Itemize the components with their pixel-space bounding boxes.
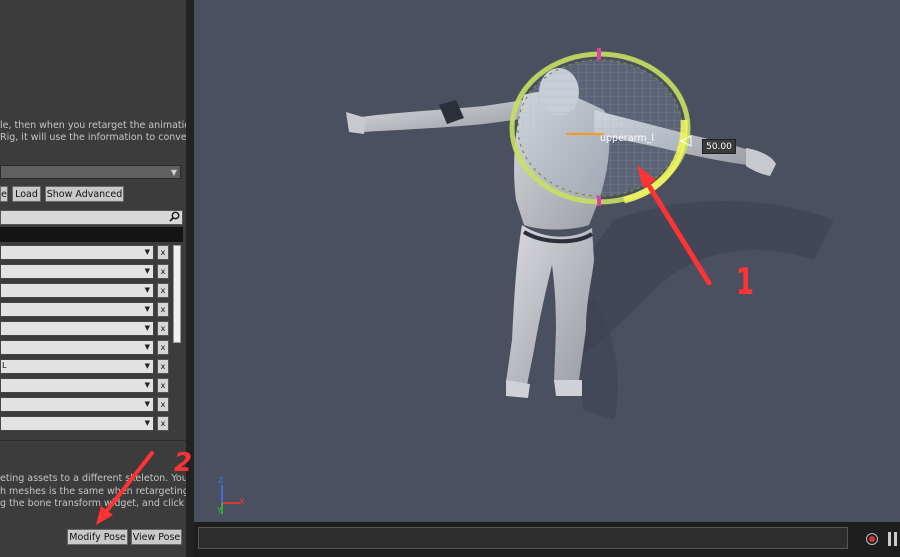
chevron-down-icon: ▼: [144, 381, 150, 389]
show-advanced-button[interactable]: Show Advanced: [45, 186, 124, 202]
rig-description-line-1: le, then when you retarget the animation: [0, 120, 186, 131]
target-bone-select[interactable]: ▼: [0, 302, 154, 317]
gizmo-scale-readout: 50.00: [702, 139, 736, 154]
chevron-down-icon: ▼: [170, 168, 177, 177]
target-bone-select[interactable]: ▼: [0, 283, 154, 298]
chevron-down-icon: ▼: [144, 400, 150, 408]
clear-mapping-button[interactable]: x: [157, 397, 169, 412]
skeleton-viewport[interactable]: upperarm_l 50.00 Z X Y 1: [194, 0, 900, 557]
target-bone-select[interactable]: ▼: [0, 340, 154, 355]
target-bone-select[interactable]: ▼: [0, 245, 154, 260]
pose-help-line-3: g the bone transform widget, and click: [0, 498, 185, 509]
target-bone-value: L: [2, 361, 7, 370]
clear-mapping-button[interactable]: x: [157, 340, 169, 355]
axis-z-label: Z: [218, 476, 224, 485]
clear-mapping-button[interactable]: x: [157, 264, 169, 279]
chevron-down-icon: ▼: [144, 305, 150, 313]
console-input[interactable]: [198, 527, 848, 549]
selected-bone-label: upperarm_l: [600, 133, 655, 144]
target-bone-select[interactable]: ▼: [0, 321, 154, 336]
pose-help-line-2: h meshes is the same when retargeting,: [0, 486, 186, 497]
record-button[interactable]: [866, 533, 878, 545]
pose-help-line-1: eting assets to a different skeleton. Yo…: [0, 473, 186, 484]
target-bone-select[interactable]: ▼: [0, 416, 154, 431]
record-icon: [869, 536, 875, 542]
bone-list-scrollbar[interactable]: [173, 245, 181, 343]
axis-x-label: X: [239, 497, 245, 506]
pause-icon: [888, 532, 891, 546]
modify-pose-button[interactable]: Modify Pose: [67, 529, 128, 545]
rig-description-line-2: Rig, it will use the information to conv…: [0, 132, 186, 143]
target-bone-select[interactable]: ▼: [0, 397, 154, 412]
viewport-bottom-bar: [194, 522, 900, 557]
bone-mapping-header: [0, 227, 183, 242]
target-bone-select[interactable]: ▼: [0, 378, 154, 393]
pause-button[interactable]: [888, 532, 898, 546]
target-bone-select[interactable]: ▼: [0, 264, 154, 279]
clear-mapping-button[interactable]: x: [157, 416, 169, 431]
clear-mapping-button[interactable]: x: [157, 321, 169, 336]
chevron-down-icon: ▼: [144, 419, 150, 427]
retarget-manager-panel: le, then when you retarget the animation…: [0, 0, 186, 557]
mannequin-scene: [221, 48, 834, 514]
chevron-down-icon: ▼: [144, 324, 150, 332]
section-divider: [0, 440, 186, 441]
rig-select-dropdown[interactable]: ▼: [0, 165, 181, 179]
chevron-down-icon: ▼: [144, 286, 150, 294]
search-icon: [169, 211, 180, 225]
chevron-down-icon: ▼: [144, 267, 150, 275]
chevron-down-icon: ▼: [144, 343, 150, 351]
annotation-number-2: 2: [174, 448, 193, 478]
target-bone-select[interactable]: L ▼: [0, 359, 154, 374]
annotation-number-1: 1: [736, 262, 755, 304]
clear-mapping-button[interactable]: x: [157, 302, 169, 317]
clear-mapping-button[interactable]: x: [157, 245, 169, 260]
clear-mapping-button[interactable]: x: [157, 283, 169, 298]
clear-mapping-button[interactable]: x: [157, 359, 169, 374]
load-mapping-button[interactable]: Load: [12, 186, 41, 202]
bone-search-input[interactable]: [0, 210, 183, 225]
chevron-down-icon: ▼: [144, 248, 150, 256]
chevron-down-icon: ▼: [144, 362, 150, 370]
axis-y-label: Y: [217, 506, 222, 515]
save-mapping-button[interactable]: e: [0, 186, 8, 202]
clear-mapping-button[interactable]: x: [157, 378, 169, 393]
view-pose-button[interactable]: View Pose: [131, 529, 182, 545]
